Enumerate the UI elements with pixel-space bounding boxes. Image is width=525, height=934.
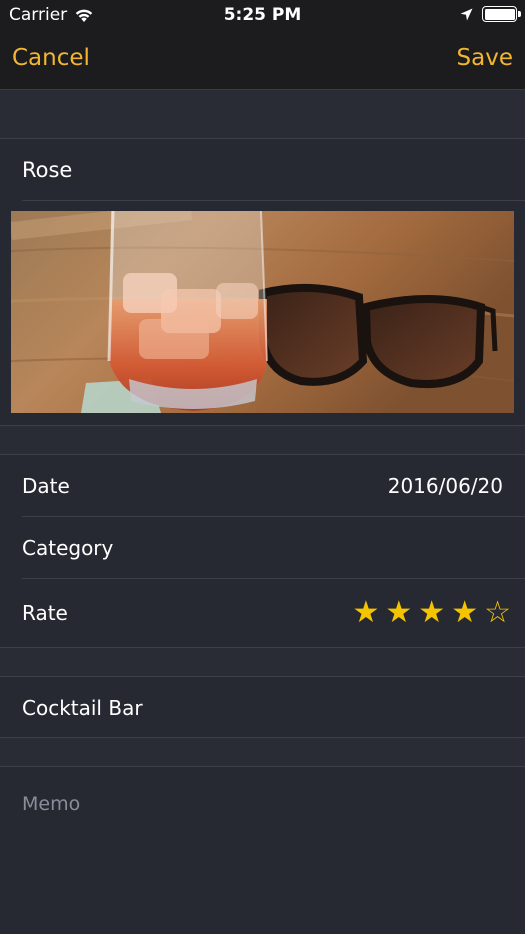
title-cell[interactable] xyxy=(0,139,525,201)
status-time: 5:25 PM xyxy=(223,5,302,25)
status-right xyxy=(460,6,521,22)
star-empty-icon[interactable]: ☆ xyxy=(484,598,511,628)
rate-cell: Rate ★ ★ ★ ★ ☆ xyxy=(0,579,525,647)
drink-photo-image xyxy=(11,211,514,413)
memo-area xyxy=(0,766,525,934)
place-group: Cocktail Bar xyxy=(0,676,525,738)
date-cell[interactable]: Date 2016/06/20 xyxy=(0,455,525,517)
category-label: Category xyxy=(22,536,114,560)
place-cell[interactable]: Cocktail Bar xyxy=(0,677,525,739)
title-photo-group xyxy=(0,138,525,426)
save-button[interactable]: Save xyxy=(457,45,513,71)
battery-icon xyxy=(482,6,521,22)
details-group: Date 2016/06/20 Category Rate ★ ★ ★ ★ ☆ xyxy=(0,454,525,648)
memo-input[interactable] xyxy=(22,793,502,913)
photo[interactable] xyxy=(11,211,514,413)
rating-stars[interactable]: ★ ★ ★ ★ ☆ xyxy=(352,598,511,628)
star-filled-icon[interactable]: ★ xyxy=(451,598,478,628)
date-value: 2016/06/20 xyxy=(387,474,503,498)
date-label: Date xyxy=(22,474,70,498)
rate-label: Rate xyxy=(22,601,68,625)
status-bar: Carrier 5:25 PM xyxy=(0,0,525,30)
location-icon xyxy=(460,8,473,21)
star-filled-icon[interactable]: ★ xyxy=(352,598,379,628)
star-filled-icon[interactable]: ★ xyxy=(418,598,445,628)
cancel-button[interactable]: Cancel xyxy=(12,45,90,71)
category-cell[interactable]: Category xyxy=(0,517,525,579)
header: Carrier 5:25 PM Cancel Save xyxy=(0,0,525,90)
edit-entry-screen: Carrier 5:25 PM Cancel Save Rose Date 20… xyxy=(0,0,525,934)
place-value: Cocktail Bar xyxy=(22,696,143,720)
title-input[interactable] xyxy=(22,158,503,182)
star-filled-icon[interactable]: ★ xyxy=(385,598,412,628)
